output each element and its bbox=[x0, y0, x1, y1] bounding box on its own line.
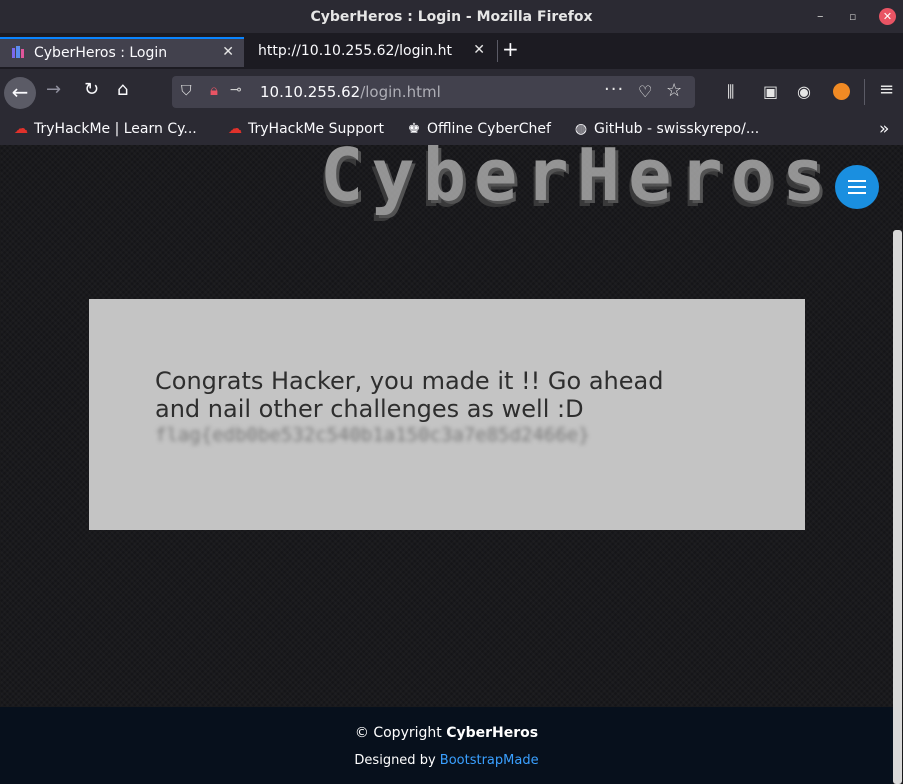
menu-bar-icon bbox=[848, 186, 866, 188]
tab-label: CyberHeros : Login bbox=[34, 45, 168, 61]
tab-login-url[interactable]: http://10.10.255.62/login.ht ✕ bbox=[248, 37, 495, 67]
tryhackme-icon: ☁ bbox=[14, 121, 28, 137]
bookmark-label: Offline CyberChef bbox=[427, 121, 551, 137]
tab-cyberheros-login[interactable]: CyberHeros : Login ✕ bbox=[0, 37, 244, 67]
tryhackme-icon: ☁ bbox=[228, 121, 242, 137]
flag-text: flag{edb0be532c540b1a150c3a7e85d2466e} bbox=[155, 424, 590, 446]
new-tab-icon[interactable]: + bbox=[502, 37, 519, 61]
credits-prefix: Designed by bbox=[354, 753, 436, 768]
page-scrollbar[interactable] bbox=[893, 230, 902, 784]
tab-strip: CyberHeros : Login ✕ http://10.10.255.62… bbox=[0, 33, 903, 69]
toolbar-separator bbox=[864, 79, 865, 105]
key-icon[interactable]: ⊸ bbox=[230, 82, 242, 98]
site-favicon-icon bbox=[12, 46, 24, 58]
mobile-menu-toggle-button[interactable] bbox=[835, 165, 879, 209]
maximize-icon[interactable]: ▫ bbox=[849, 10, 856, 23]
url-bar[interactable]: ⛉ 🔒︎ ⊸ 10.10.255.62/login.html ··· ♡ ☆ bbox=[172, 76, 695, 108]
close-window-icon[interactable]: ✕ bbox=[879, 8, 896, 25]
copyright-text: © Copyright CyberHeros bbox=[0, 725, 893, 741]
site-banner-logo: CyberHeros bbox=[320, 145, 834, 217]
minimize-icon[interactable]: – bbox=[817, 9, 824, 24]
web-page: CyberHeros Congrats Hacker, you made it … bbox=[0, 145, 903, 784]
extension-icon[interactable] bbox=[833, 83, 850, 100]
bookmark-github-swisskyrepo[interactable]: ◍ GitHub - swisskyrepo/... bbox=[572, 121, 759, 137]
bookmark-label: TryHackMe Support bbox=[248, 121, 384, 137]
page-actions-icon[interactable]: ··· bbox=[604, 79, 624, 100]
success-message: Congrats Hacker, you made it !! Go ahead… bbox=[155, 367, 664, 423]
chef-hat-icon: ♚ bbox=[407, 121, 421, 137]
sidebar-icon[interactable]: ▣ bbox=[763, 82, 778, 101]
hamburger-menu-icon[interactable]: ≡ bbox=[879, 79, 894, 100]
home-icon[interactable]: ⌂ bbox=[117, 79, 128, 100]
bookmark-offline-cyberchef[interactable]: ♚ Offline CyberChef bbox=[405, 121, 551, 137]
bookmarks-overflow-icon[interactable]: » bbox=[879, 119, 889, 139]
tab-close-icon[interactable]: ✕ bbox=[222, 44, 234, 60]
tab-close-icon[interactable]: ✕ bbox=[473, 42, 485, 58]
url-text[interactable]: 10.10.255.62/login.html bbox=[260, 83, 441, 101]
reload-icon[interactable]: ↻ bbox=[84, 79, 99, 100]
window-title: CyberHeros : Login - Mozilla Firefox bbox=[310, 9, 593, 25]
bookmark-tryhackme-learn[interactable]: ☁ TryHackMe | Learn Cy... bbox=[12, 121, 197, 137]
bookmark-label: GitHub - swisskyrepo/... bbox=[594, 121, 760, 137]
bookmark-label: TryHackMe | Learn Cy... bbox=[34, 121, 197, 137]
tab-label: http://10.10.255.62/login.ht bbox=[258, 43, 453, 59]
bookmarks-toolbar: ☁ TryHackMe | Learn Cy... ☁ TryHackMe Supp… bbox=[0, 116, 903, 145]
designer-link[interactable]: BootstrapMade bbox=[440, 753, 539, 768]
menu-bar-icon bbox=[848, 180, 866, 182]
tracking-shield-icon[interactable]: ⛉ bbox=[181, 83, 192, 99]
forward-arrow-icon[interactable]: → bbox=[46, 79, 61, 100]
copyright-brand: CyberHeros bbox=[446, 725, 539, 741]
insecure-lock-icon[interactable]: 🔒︎ bbox=[210, 81, 218, 99]
account-icon[interactable]: ◉ bbox=[797, 82, 811, 101]
tab-separator bbox=[497, 40, 498, 62]
success-message-box: Congrats Hacker, you made it !! Go ahead… bbox=[89, 299, 805, 530]
site-footer: © Copyright CyberHeros Designed by Boots… bbox=[0, 707, 893, 784]
menu-bar-icon bbox=[848, 192, 866, 194]
navigation-bar: ← → ↻ ⌂ ⛉ 🔒︎ ⊸ 10.10.255.62/login.html ·… bbox=[0, 69, 903, 116]
bookmark-star-icon[interactable]: ☆ bbox=[666, 80, 682, 101]
url-path: /login.html bbox=[360, 83, 441, 101]
back-arrow-icon[interactable]: ← bbox=[4, 77, 36, 109]
copyright-prefix: © Copyright bbox=[354, 725, 442, 741]
bookmark-tryhackme-support[interactable]: ☁ TryHackMe Support bbox=[226, 121, 384, 137]
library-icon[interactable]: ⫼ bbox=[727, 82, 734, 102]
credits-text: Designed by BootstrapMade bbox=[0, 753, 893, 768]
github-icon: ◍ bbox=[574, 121, 588, 137]
window-titlebar: CyberHeros : Login - Mozilla Firefox – ▫… bbox=[0, 0, 903, 33]
pocket-icon[interactable]: ♡ bbox=[638, 82, 652, 101]
url-host: 10.10.255.62 bbox=[260, 83, 361, 101]
